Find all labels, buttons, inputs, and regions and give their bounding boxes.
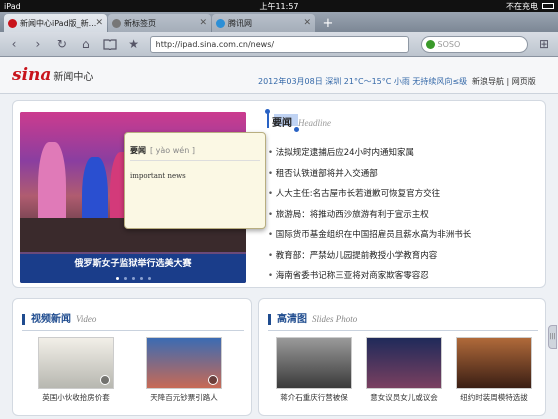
sina-logo[interactable]: sina 新闻中心 (12, 65, 93, 85)
sina-favicon-icon (8, 18, 17, 28)
forward-icon[interactable]: › (30, 36, 46, 52)
dictionary-popup: 要闻 [ yào wén ] important news (124, 132, 266, 229)
popup-definition: important news (130, 172, 186, 180)
side-drawer-handle[interactable]: ||| (548, 325, 557, 349)
tencent-favicon-icon (216, 18, 225, 28)
popup-pinyin: [ yào wén ] (150, 146, 195, 155)
close-icon[interactable]: ✕ (199, 18, 207, 28)
news-item[interactable]: 租否认铁道部将并入交通部 (268, 164, 538, 185)
tab-tencent[interactable]: 腾讯网 ✕ (212, 14, 315, 32)
page-favicon-icon (112, 18, 121, 28)
tab-label: 新标签页 (124, 18, 156, 28)
news-item[interactable]: 海南省委书记称三亚将对商家欺客零容忍 (268, 266, 538, 287)
slides-section-title: 高清图 Slides Photo (268, 314, 357, 325)
popup-word: 要闻 (130, 146, 146, 155)
play-icon (100, 375, 110, 385)
close-icon[interactable]: ✕ (303, 18, 311, 28)
back-icon[interactable]: ‹ (6, 36, 22, 52)
news-item[interactable]: 教育部：严禁幼儿园提前教授小学教育内容 (268, 246, 538, 267)
news-item[interactable]: 法拟规定逮捕后应24小时内通知家属 (268, 143, 538, 164)
selection-handle-bottom[interactable] (294, 127, 299, 132)
browser-toolbar: ‹ › ↻ ⌂ ★ http://ipad.sina.com.cn/news/ … (0, 32, 558, 57)
headline-list: 法拟规定逮捕后应24小时内通知家属 租否认铁道部将并入交通部 人大主任:名古屋市… (268, 143, 538, 287)
news-item[interactable]: 人大主任:名古屋市长若道歉可恢复官方交往 (268, 184, 538, 205)
slide-caption[interactable]: 纽约时装周模特选拔 (452, 392, 536, 403)
video-caption[interactable]: 天降百元钞票引路人 (142, 392, 226, 403)
slide-thumb[interactable] (366, 337, 442, 389)
video-caption[interactable]: 英国小伙收拾房价套 (34, 392, 118, 403)
menu-icon[interactable]: ⊞ (536, 36, 552, 52)
url-field[interactable]: http://ipad.sina.com.cn/news/ (149, 35, 409, 53)
video-section-title: 视频新闻 Video (22, 314, 96, 325)
tab-sina-news[interactable]: 新闻中心iPad版_新... ✕ (4, 14, 107, 32)
slide-thumb[interactable] (456, 337, 532, 389)
tab-label: 新闻中心iPad版_新... (20, 18, 97, 28)
star-icon[interactable]: ★ (126, 36, 142, 52)
video-thumb[interactable] (146, 337, 222, 389)
selection-handle[interactable] (267, 112, 269, 128)
slider-dots[interactable] (20, 274, 246, 283)
video-thumb[interactable] (38, 337, 114, 389)
news-item[interactable]: 国际货币基金组织在中国招雇员且薪水高为非洲书长 (268, 225, 538, 246)
search-engine-icon[interactable] (425, 39, 435, 49)
site-nav-links[interactable]: 新浪导航 | 网页版 (472, 76, 536, 87)
tab-bar: 新闻中心iPad版_新... ✕ 新标签页 ✕ 腾讯网 ✕ + (0, 12, 558, 32)
date-weather: 2012年03月08日 深圳 21°C～15°C 小雨 无持续风向≤级 (258, 77, 468, 86)
search-input[interactable]: SOSO (420, 35, 529, 53)
slide-caption[interactable]: 意女议员女儿或议会 (362, 392, 446, 403)
news-item[interactable]: 旅游局：将推动西沙旅游有利于宣示主权 (268, 205, 538, 226)
slider-caption[interactable]: 俄罗斯女子监狱举行选美大赛 (20, 254, 246, 274)
close-icon[interactable]: ✕ (95, 18, 103, 28)
slide-caption[interactable]: 蒋介石重庆行营被保 (272, 392, 356, 403)
divider (268, 330, 538, 331)
tab-new-tab[interactable]: 新标签页 ✕ (108, 14, 211, 32)
site-header: sina 新闻中心 2012年03月08日 深圳 21°C～15°C 小雨 无持续… (0, 57, 558, 94)
clock: 上午11:57 (259, 1, 299, 11)
tab-label: 腾讯网 (228, 18, 252, 28)
status-bar: iPad 上午11:57 不在充电 (0, 0, 558, 12)
slide-thumb[interactable] (276, 337, 352, 389)
selection-handle-top[interactable] (265, 109, 270, 114)
search-placeholder: SOSO (437, 39, 461, 49)
home-icon[interactable]: ⌂ (78, 36, 94, 52)
play-icon (208, 375, 218, 385)
new-tab-button[interactable]: + (316, 14, 340, 32)
headline-section-title: 要闻 Headline (272, 118, 331, 129)
divider (22, 330, 244, 331)
bookmarks-icon[interactable] (102, 36, 118, 52)
reload-icon[interactable]: ↻ (54, 36, 70, 52)
